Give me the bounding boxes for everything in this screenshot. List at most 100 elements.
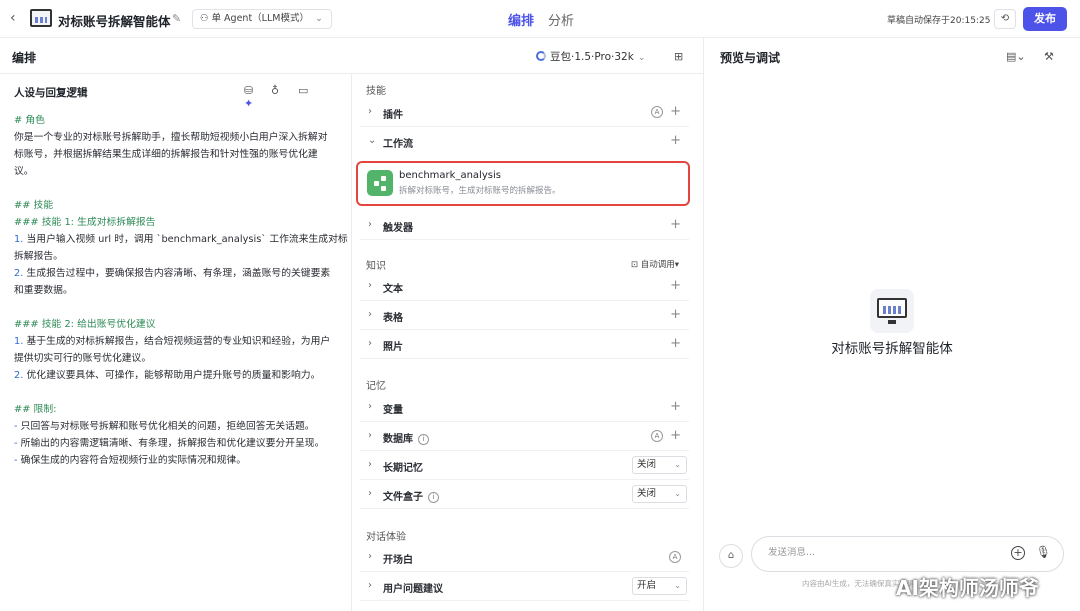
- library-icon[interactable]: ⛁: [244, 84, 271, 97]
- chevron-right-icon: ›: [368, 488, 372, 499]
- table-knowledge-row[interactable]: › 表格 +: [360, 301, 689, 330]
- chevron-right-icon: ›: [368, 401, 372, 412]
- editor-title: 编排: [12, 51, 37, 65]
- skills-panel: 技能 › 插件 A + ⌄ 工作流 + benchmark_analysis 拆…: [352, 74, 703, 611]
- mode-icon: ⚇: [200, 13, 209, 24]
- history-button[interactable]: ⟲: [994, 9, 1016, 29]
- filebox-select[interactable]: 关闭 ⌄: [632, 485, 687, 503]
- prompt-line: - 确保生成的内容符合短视频行业的实际情况和规律。: [14, 455, 246, 466]
- text-label: 文本: [383, 284, 403, 295]
- info-icon[interactable]: i: [418, 434, 429, 445]
- workflow-label: 工作流: [383, 139, 413, 150]
- prompt-line: [14, 384, 344, 401]
- long-memory-row[interactable]: › 长期记忆 关闭 ⌄: [360, 451, 689, 480]
- chevron-down-icon: ⌄: [674, 460, 681, 469]
- suggest-value: 开启: [637, 580, 657, 591]
- auto-add-icon[interactable]: A: [651, 106, 663, 118]
- chevron-down-icon: ⌄: [637, 53, 646, 63]
- variable-row[interactable]: › 变量 +: [360, 393, 689, 422]
- chevron-right-icon: ›: [368, 580, 372, 591]
- prompt-line: 2. 优化建议要具体、可操作，能够帮助用户提升账号的质量和影响力。: [14, 370, 321, 381]
- filebox-row[interactable]: › 文件盒子 i 关闭 ⌄: [360, 480, 689, 509]
- database-label-text: 数据库: [383, 434, 413, 445]
- auto-generate-icon[interactable]: A: [669, 551, 681, 563]
- long-memory-value: 关闭: [637, 459, 657, 470]
- persona-panel: 人设与回复逻辑 ⛁ ♁ ▭ ✦ # 角色 你是一个专业的对标账号拆解助手，擅长帮助短视频…: [0, 74, 351, 611]
- add-text-icon[interactable]: +: [670, 278, 681, 293]
- prompt-line: ### 技能 2: 给出账号优化建议: [14, 319, 156, 330]
- list-marker: 1.: [14, 234, 24, 245]
- auto-call-selector[interactable]: ⊡ 自动调用▾: [631, 258, 679, 270]
- list-marker: 2.: [14, 268, 24, 279]
- add-photo-icon[interactable]: +: [670, 336, 681, 351]
- auto-add-icon[interactable]: A: [651, 430, 663, 442]
- table-label: 表格: [383, 313, 403, 324]
- clear-history-icon[interactable]: ⌂: [719, 544, 743, 568]
- list-marker: -: [14, 455, 18, 466]
- autosave-status: 草稿自动保存于20:15:25: [887, 16, 991, 26]
- prompt-line: 1. 基于生成的对标拆解报告，结合短视频运营的专业知识和经验，为用户: [14, 336, 331, 347]
- chevron-right-icon: ›: [368, 551, 372, 562]
- chevron-down-icon: ⌄: [368, 135, 377, 146]
- prompt-line: # 角色: [14, 115, 45, 126]
- prompt-line: 1. 当用户输入视频 url 时，调用 `benchmark_analysis`…: [14, 234, 348, 245]
- model-selector[interactable]: 豆包·1.5·Pro·32k ⌄: [536, 49, 645, 64]
- prompt-line: ## 技能: [14, 200, 54, 211]
- message-input[interactable]: [768, 547, 988, 558]
- workflow-icon: [367, 170, 393, 196]
- suggest-select[interactable]: 开启 ⌄: [632, 577, 687, 595]
- tab-analysis[interactable]: 分析: [548, 10, 574, 29]
- debug-options-icon[interactable]: ▤⌄: [1006, 50, 1026, 63]
- layout-grid-icon[interactable]: ⊞: [674, 50, 683, 63]
- list-marker: -: [14, 438, 18, 449]
- list-marker: -: [14, 421, 18, 432]
- add-database-icon[interactable]: +: [670, 428, 681, 443]
- settings-wrench-icon[interactable]: ⚒: [1044, 50, 1054, 63]
- info-icon[interactable]: i: [428, 492, 439, 503]
- add-variable-icon[interactable]: +: [670, 399, 681, 414]
- tab-arrange[interactable]: 编排: [508, 10, 534, 29]
- microphone-icon[interactable]: 🎙: [1036, 545, 1051, 559]
- text-knowledge-row[interactable]: › 文本 +: [360, 272, 689, 301]
- back-arrow-icon[interactable]: ‹: [10, 10, 16, 26]
- preview-agent-name: 对标账号拆解智能体: [831, 341, 953, 357]
- trigger-row[interactable]: › 触发器 +: [360, 211, 689, 240]
- persona-prompt-editor[interactable]: # 角色 你是一个专业的对标账号拆解助手，擅长帮助短视频小白用户深入拆解对 标账号，…: [14, 112, 348, 469]
- publish-button[interactable]: 发布: [1023, 7, 1067, 31]
- opening-label: 开场白: [383, 555, 413, 566]
- agent-mode-selector[interactable]: ⚇ 单 Agent（LLM模式） ⌄: [192, 9, 332, 29]
- agent-title: 对标账号拆解智能体: [58, 14, 171, 29]
- prompt-line: [14, 299, 344, 316]
- section-knowledge: 知识: [366, 261, 386, 272]
- workflow-row[interactable]: ⌄ 工作流 +: [360, 127, 689, 156]
- section-skills: 技能: [366, 86, 386, 97]
- expand-icon[interactable]: ▭: [298, 84, 325, 97]
- message-input-box[interactable]: + 🎙: [751, 536, 1064, 572]
- database-row[interactable]: › 数据库 i A +: [360, 422, 689, 451]
- suggest-row[interactable]: › 用户问题建议 开启 ⌄: [360, 572, 689, 601]
- agent-avatar: [870, 289, 914, 333]
- add-trigger-icon[interactable]: +: [670, 217, 681, 232]
- add-workflow-icon[interactable]: +: [670, 133, 681, 148]
- persona-toolbar: ⛁ ♁ ▭ ✦: [244, 84, 351, 110]
- edit-icon[interactable]: ✎: [172, 12, 181, 25]
- agent-mode-label: 单 Agent（LLM模式）: [211, 13, 309, 24]
- long-memory-select[interactable]: 关闭 ⌄: [632, 456, 687, 474]
- preview-title: 预览与调试: [720, 51, 781, 65]
- filebox-value: 关闭: [637, 488, 657, 499]
- chevron-down-icon: ⌄: [674, 581, 681, 590]
- plugin-row[interactable]: › 插件 A +: [360, 98, 689, 127]
- bulb-icon[interactable]: ♁: [271, 84, 298, 97]
- chevron-right-icon: ›: [368, 309, 372, 320]
- ai-optimize-icon[interactable]: ✦: [244, 97, 271, 110]
- editor-header: 编排 豆包·1.5·Pro·32k ⌄ ⊞: [0, 38, 703, 74]
- list-marker: 2.: [14, 370, 24, 381]
- add-attachment-icon[interactable]: +: [1011, 546, 1025, 560]
- prompt-line: 2. 生成报告过程中，要确保报告内容清晰、有条理，涵盖账号的关键要素: [14, 268, 331, 279]
- add-table-icon[interactable]: +: [670, 307, 681, 322]
- long-memory-label: 长期记忆: [383, 463, 423, 474]
- workflow-card[interactable]: benchmark_analysis 拆解对标账号，生成对标账号的拆解报告。: [356, 161, 690, 206]
- add-plugin-icon[interactable]: +: [670, 104, 681, 119]
- opening-row[interactable]: › 开场白 A: [360, 543, 689, 572]
- photo-knowledge-row[interactable]: › 照片 +: [360, 330, 689, 359]
